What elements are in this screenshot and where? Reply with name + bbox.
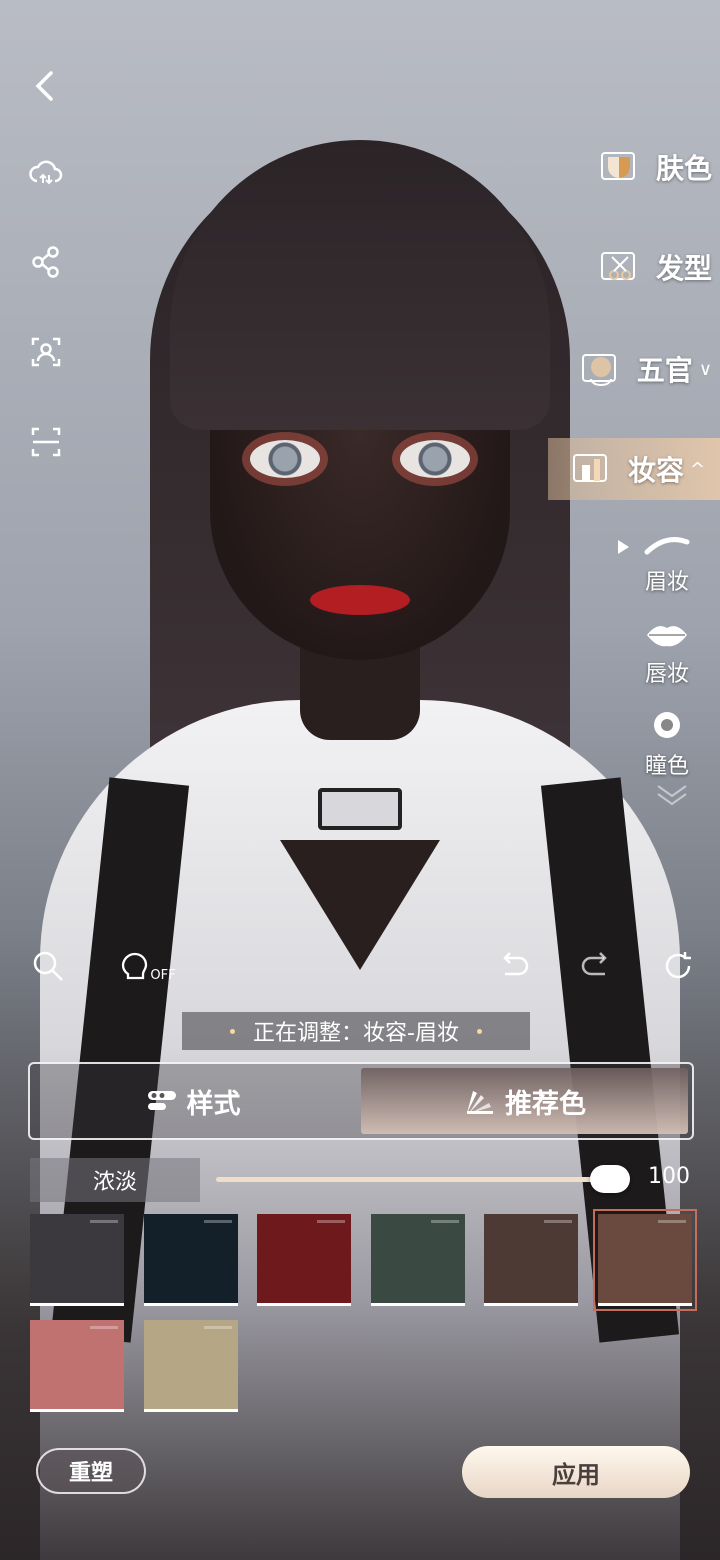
swatch-decoration (90, 1220, 118, 1223)
swatch-decoration (203, 1326, 232, 1329)
reshape-button[interactable]: 重塑 (36, 1448, 146, 1494)
scan-button[interactable] (24, 420, 68, 464)
color-swatch[interactable] (257, 1214, 351, 1306)
undo-button[interactable] (492, 944, 536, 988)
color-swatch[interactable] (484, 1214, 578, 1306)
scroll-down-icon[interactable] (654, 782, 690, 810)
face-toggle-state: OFF (150, 967, 176, 983)
tab-style[interactable]: 样式 (30, 1064, 357, 1138)
apply-button[interactable]: 应用 (462, 1446, 690, 1498)
eye-color-icon (654, 712, 680, 738)
style-icon (147, 1091, 176, 1110)
skin-tone-icon (594, 147, 642, 187)
swatch-decoration (657, 1220, 686, 1223)
makeup-icon (566, 449, 614, 489)
face-scan-icon (31, 337, 61, 367)
undo-icon (503, 952, 529, 976)
category-hair-label: 发型 (655, 252, 712, 285)
color-swatch[interactable] (592, 1209, 697, 1311)
intensity-slider-track[interactable] (216, 1177, 610, 1182)
category-makeup-label: 妆容 (628, 454, 685, 487)
status-dot-left (230, 1028, 236, 1034)
chevron-up-icon: ^ (690, 458, 706, 480)
character-eye-left (250, 440, 320, 478)
color-swatch[interactable] (143, 1214, 238, 1306)
color-swatch[interactable] (143, 1320, 238, 1412)
category-hair[interactable]: 发型 (594, 236, 720, 298)
subitem-eyebrow-label: 眉妆 (644, 570, 689, 595)
scissors-icon (594, 247, 642, 287)
selected-indicator-icon (618, 540, 629, 554)
subitem-lips-label: 唇妆 (644, 662, 689, 687)
redo-button[interactable] (574, 944, 618, 988)
cloud-sync-button[interactable] (24, 150, 68, 194)
zoom-button[interactable] (26, 944, 70, 988)
status-dot-right (476, 1028, 482, 1034)
back-button[interactable] (24, 64, 68, 108)
tab-recommended-colors[interactable]: 推荐色 (361, 1068, 688, 1134)
character-lips (310, 585, 410, 615)
lips-icon (647, 626, 687, 647)
color-swatch[interactable] (30, 1214, 124, 1306)
tab-recommended-colors-label: 推荐色 (505, 1088, 586, 1120)
share-button[interactable] (24, 240, 68, 284)
redo-icon (581, 952, 607, 976)
intensity-slider-thumb[interactable] (590, 1165, 630, 1193)
subitem-eye-color-label: 瞳色 (644, 754, 689, 779)
color-swatch[interactable] (30, 1320, 124, 1412)
eyebrow-icon (644, 537, 690, 555)
swatch-decoration (430, 1220, 459, 1223)
swatch-decoration (90, 1326, 118, 1329)
search-icon (33, 951, 63, 981)
scan-frame-icon (31, 427, 61, 457)
swatch-decoration (317, 1220, 345, 1223)
share-icon (32, 246, 59, 278)
category-skin-label: 肤色 (655, 152, 712, 185)
category-features-label: 五官 (636, 354, 693, 387)
character-choker (318, 788, 402, 830)
category-skin[interactable]: 肤色 (594, 136, 720, 198)
status-text: 正在调整：妆容-眉妆 (253, 1021, 459, 1046)
category-makeup[interactable]: 妆容 ^ (548, 438, 720, 500)
intensity-label: 浓淡 (30, 1158, 200, 1202)
adjusting-status: 正在调整：妆容-眉妆 (182, 1012, 530, 1050)
cloud-upload-icon (29, 160, 63, 185)
head-silhouette-icon (122, 952, 148, 980)
character-bangs (170, 140, 550, 430)
subitem-eyebrow[interactable]: 眉妆 (632, 534, 702, 596)
face-toggle-button[interactable]: OFF (118, 944, 178, 988)
back-arrow-icon (35, 71, 53, 101)
face-features-icon (575, 349, 623, 389)
reset-view-button[interactable] (656, 944, 700, 988)
tab-style-label: 样式 (186, 1088, 241, 1120)
chevron-down-icon: ∨ (698, 358, 712, 380)
refresh-icon (665, 952, 691, 979)
intensity-value: 100 (648, 1164, 690, 1189)
character-eye-right (400, 440, 470, 478)
swatch-decoration (544, 1220, 572, 1223)
face-scan-button[interactable] (24, 330, 68, 374)
color-swatch[interactable] (370, 1214, 465, 1306)
color-fan-icon (467, 1091, 493, 1114)
category-features[interactable]: 五官 ∨ (575, 338, 720, 400)
subitem-eye-color[interactable]: 瞳色 (632, 710, 702, 780)
swatch-decoration (203, 1220, 232, 1223)
style-color-tabs: 样式 推荐色 (28, 1062, 694, 1140)
subitem-lips[interactable]: 唇妆 (632, 622, 702, 688)
